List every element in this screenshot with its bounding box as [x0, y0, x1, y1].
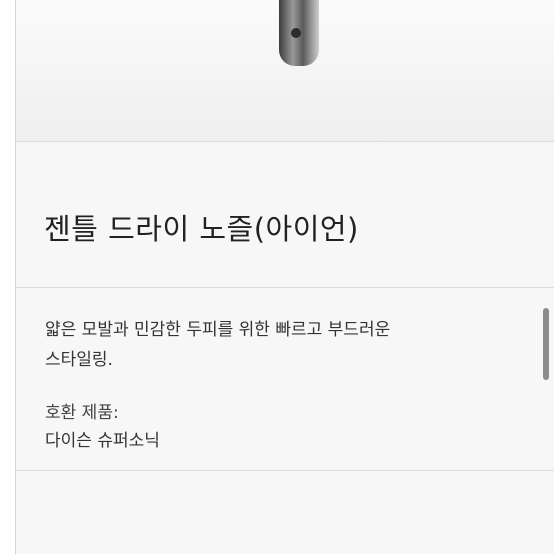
- description-line: 스타일링.: [45, 350, 113, 370]
- compatible-products-value: 다이슨 슈퍼소닉: [45, 431, 160, 451]
- description-line: 얇은 모발과 민감한 두피를 위한 빠르고 부드러운: [45, 320, 391, 340]
- product-card: 젠틀 드라이 노즐(아이언) 얇은 모발과 민감한 두피를 위한 빠르고 부드러…: [15, 0, 554, 554]
- compatible-products-label: 호환 제품:: [45, 403, 119, 423]
- product-title: 젠틀 드라이 노즐(아이언): [44, 212, 359, 246]
- product-description: 얇은 모발과 민감한 두피를 위한 빠르고 부드러운 스타일링.: [45, 315, 390, 375]
- divider: [16, 287, 554, 288]
- product-image: [279, 0, 319, 66]
- divider: [16, 470, 554, 471]
- product-image-area: [16, 0, 554, 141]
- divider: [16, 141, 554, 142]
- scrollbar-thumb[interactable]: [543, 308, 549, 380]
